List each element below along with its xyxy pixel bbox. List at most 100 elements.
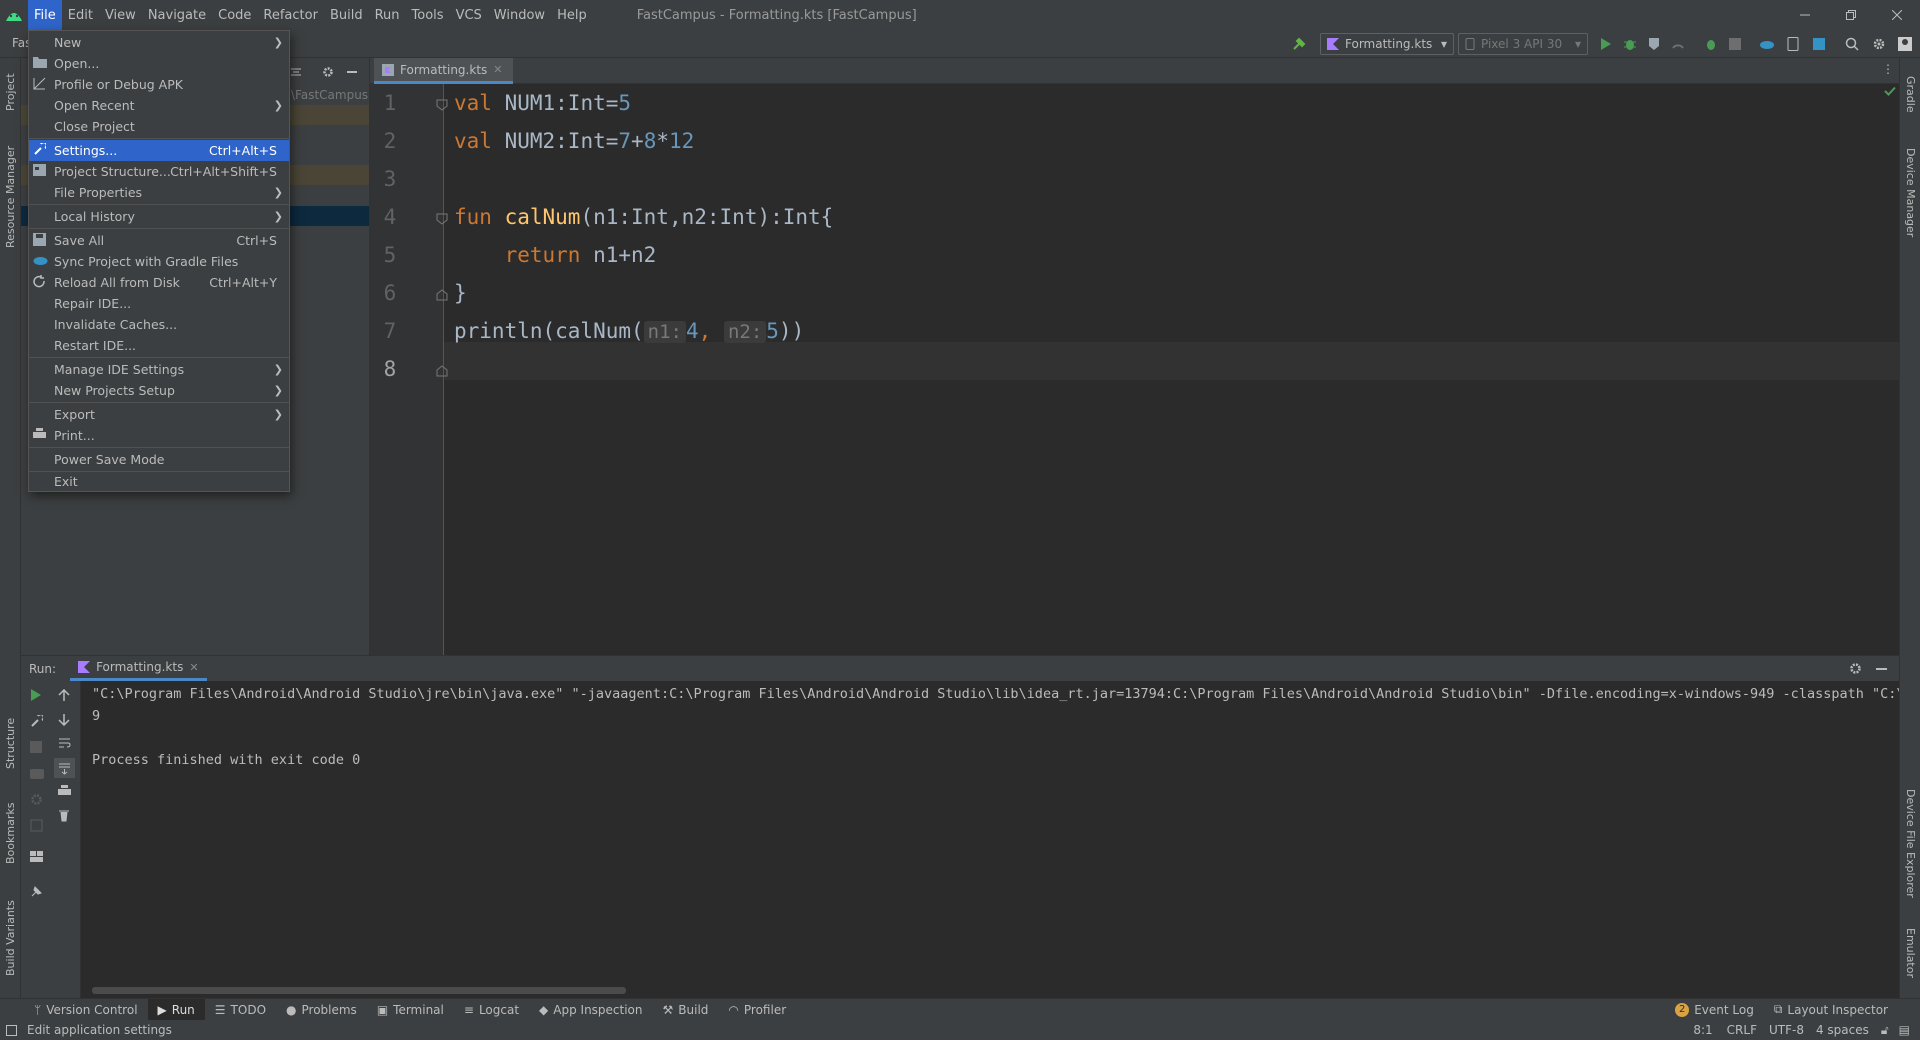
file-encoding[interactable]: UTF-8 xyxy=(1769,1023,1804,1037)
menu-item-settings[interactable]: Settings... Ctrl+Alt+S xyxy=(29,140,289,161)
sync-gradle-icon[interactable] xyxy=(1758,35,1776,53)
menu-item-invalidate-caches[interactable]: Invalidate Caches... xyxy=(29,314,289,335)
run-config-dropdown[interactable]: Formatting.kts ▾ xyxy=(1320,33,1454,55)
menu-run[interactable]: Run xyxy=(369,0,406,30)
sdk-manager-icon[interactable] xyxy=(1810,35,1828,53)
menu-item-print[interactable]: Print... xyxy=(29,425,289,446)
problems-tab[interactable]: ● Problems xyxy=(276,999,367,1021)
menu-item-manage-ide-settings[interactable]: Manage IDE Settings ❯ xyxy=(29,359,289,380)
up-arrow-icon[interactable] xyxy=(58,689,70,702)
close-tab-icon[interactable]: ✕ xyxy=(189,661,198,674)
menu-item-save-all[interactable]: Save All Ctrl+S xyxy=(29,230,289,251)
menu-item-local-history[interactable]: Local History ❯ xyxy=(29,206,289,227)
run-console[interactable]: "C:\Program Files\Android\Android Studio… xyxy=(81,681,1899,998)
search-icon[interactable] xyxy=(1843,35,1861,53)
logcat-tab[interactable]: ≡ Logcat xyxy=(454,999,529,1021)
device-manager-icon[interactable] xyxy=(1784,35,1802,53)
code-line-4[interactable]: fun calNum(n1:Int,n2:Int):Int{ xyxy=(454,205,833,229)
menu-item-export[interactable]: Export ❯ xyxy=(29,404,289,425)
menu-item-sync-gradle[interactable]: Sync Project with Gradle Files xyxy=(29,251,289,272)
user-avatar-icon[interactable] xyxy=(1896,35,1914,53)
gear-icon[interactable] xyxy=(322,66,334,78)
fold-end-marker-icon[interactable] xyxy=(436,289,448,301)
menu-item-exit[interactable]: Exit xyxy=(29,471,289,492)
menu-item-file-properties[interactable]: File Properties ❯ xyxy=(29,182,289,203)
structure-tool-tab[interactable]: Structure xyxy=(0,708,21,778)
hide-panel-icon[interactable] xyxy=(1876,667,1887,670)
layout-icon[interactable] xyxy=(30,851,43,862)
no-problems-check-icon[interactable] xyxy=(1884,86,1896,96)
project-tool-tab[interactable]: Project xyxy=(0,62,21,122)
minimize-button[interactable] xyxy=(1782,0,1828,30)
more-vertical-icon[interactable]: ⋮ xyxy=(1882,62,1894,76)
menu-file[interactable]: File xyxy=(28,0,62,30)
menu-item-open-recent[interactable]: Open Recent ❯ xyxy=(29,95,289,116)
bookmarks-tool-tab[interactable]: Bookmarks xyxy=(0,793,21,873)
menu-refactor[interactable]: Refactor xyxy=(257,0,324,30)
device-file-explorer-tool-tab[interactable]: Device File Explorer xyxy=(1900,778,1920,908)
profile-icon[interactable] xyxy=(1669,35,1687,53)
menu-build[interactable]: Build xyxy=(324,0,369,30)
lock-icon[interactable]: 🔓︎ xyxy=(1881,1023,1889,1038)
print-icon[interactable] xyxy=(58,785,71,797)
coverage-icon[interactable] xyxy=(1645,35,1663,53)
soft-wrap-icon[interactable] xyxy=(58,737,71,749)
menu-item-open[interactable]: Open... xyxy=(29,53,289,74)
attach-debugger-icon[interactable] xyxy=(1702,35,1720,53)
resource-manager-tool-tab[interactable]: Resource Manager xyxy=(0,138,21,256)
build-tab[interactable]: ⚒ Build xyxy=(653,999,719,1021)
run-icon[interactable] xyxy=(1597,35,1615,53)
menu-code[interactable]: Code xyxy=(212,0,257,30)
menu-item-reload-from-disk[interactable]: Reload All from Disk Ctrl+Alt+Y xyxy=(29,272,289,293)
terminal-tab[interactable]: ▣ Terminal xyxy=(367,999,454,1021)
app-inspection-tab[interactable]: ◆ App Inspection xyxy=(529,999,652,1021)
menu-tools[interactable]: Tools xyxy=(406,0,450,30)
gradle-tool-tab[interactable]: Gradle xyxy=(1900,64,1920,124)
menu-window[interactable]: Window xyxy=(488,0,551,30)
wrench-icon[interactable] xyxy=(30,715,43,728)
code-line-7[interactable]: println(calNum(n1: 4, n2: 5)) xyxy=(454,319,804,343)
toggle-tool-windows-icon[interactable] xyxy=(6,1024,17,1036)
restore-button[interactable] xyxy=(1828,0,1874,30)
fold-marker-icon[interactable] xyxy=(436,213,448,225)
pin-icon[interactable] xyxy=(30,885,43,898)
menu-view[interactable]: View xyxy=(99,0,142,30)
menu-item-repair-ide[interactable]: Repair IDE... xyxy=(29,293,289,314)
profiler-tab[interactable]: ◠ Profiler xyxy=(718,999,796,1021)
device-manager-tool-tab[interactable]: Device Manager xyxy=(1900,138,1920,248)
trash-icon[interactable] xyxy=(58,809,70,822)
todo-tab[interactable]: ☰ TODO xyxy=(205,999,276,1021)
menu-help[interactable]: Help xyxy=(551,0,593,30)
gear-icon[interactable] xyxy=(1849,662,1862,675)
code-line-5[interactable]: return n1+n2 xyxy=(454,243,657,267)
editor-tab-formatting[interactable]: Formatting.kts ✕ xyxy=(374,58,513,84)
fold-end-marker-icon[interactable] xyxy=(436,365,448,377)
caret-position[interactable]: 8:1 xyxy=(1693,1023,1712,1037)
gear-icon[interactable] xyxy=(1870,35,1888,53)
make-project-icon[interactable] xyxy=(1290,35,1308,53)
line-separator[interactable]: CRLF xyxy=(1727,1023,1757,1037)
code-line-1[interactable]: val NUM1:Int=5 xyxy=(454,91,631,115)
hide-panel-icon[interactable] xyxy=(347,71,357,73)
collapse-all-icon[interactable] xyxy=(290,66,302,78)
menu-item-profile-debug-apk[interactable]: Profile or Debug APK xyxy=(29,74,289,95)
menu-item-project-structure[interactable]: Project Structure... Ctrl+Alt+Shift+S xyxy=(29,161,289,182)
menu-item-new-projects-setup[interactable]: New Projects Setup ❯ xyxy=(29,380,289,401)
close-tab-icon[interactable]: ✕ xyxy=(493,63,502,76)
scroll-to-end-toggle[interactable] xyxy=(54,758,75,778)
run-tab[interactable]: ▶ Run xyxy=(147,998,205,1021)
version-control-tab[interactable]: ᛘ Version Control xyxy=(24,999,148,1021)
horizontal-scrollbar[interactable] xyxy=(92,987,626,994)
event-log-tab[interactable]: 2 Event Log xyxy=(1665,999,1764,1021)
device-dropdown[interactable]: Pixel 3 API 30 ▾ xyxy=(1458,33,1588,55)
layout-inspector-tab[interactable]: ⧉ Layout Inspector xyxy=(1764,999,1898,1021)
debug-icon[interactable] xyxy=(1621,35,1639,53)
menu-item-new[interactable]: New ❯ xyxy=(29,32,289,53)
menu-vcs[interactable]: VCS xyxy=(450,0,488,30)
menu-item-power-save-mode[interactable]: Power Save Mode xyxy=(29,449,289,470)
emulator-tool-tab[interactable]: Emulator xyxy=(1900,918,1920,988)
menu-item-close-project[interactable]: Close Project xyxy=(29,116,289,137)
menu-navigate[interactable]: Navigate xyxy=(142,0,212,30)
down-arrow-icon[interactable] xyxy=(58,713,70,726)
notifications-icon[interactable]: ▤ xyxy=(1899,1023,1910,1037)
